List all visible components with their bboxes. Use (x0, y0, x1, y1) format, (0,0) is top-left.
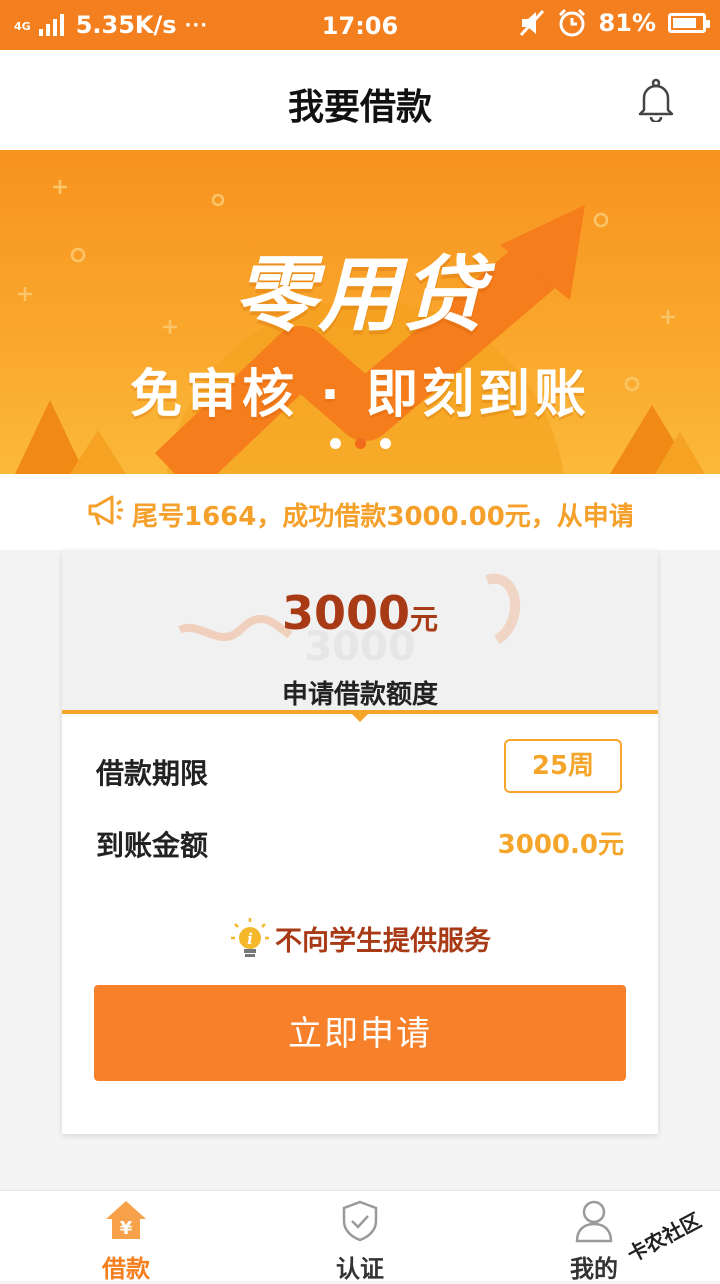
promo-banner[interactable]: 零用贷 免审核 · 即刻到账 (0, 150, 720, 474)
shield-check-icon (342, 1200, 378, 1242)
battery-icon (668, 13, 710, 33)
divider-pointer (352, 714, 368, 722)
student-tip: i 不向学生提供服务 (62, 916, 658, 960)
status-right: 81% (519, 8, 710, 38)
loan-amount-unit: 元 (410, 603, 439, 636)
tab-verify[interactable]: 认证 (280, 1191, 440, 1283)
lightbulb-icon: i (231, 918, 269, 957)
home-yuan-icon: ¥ (106, 1201, 146, 1239)
loan-card: 3000 3000元 申请借款额度 借款期限 25周 到账金额 3000.0元 … (62, 550, 658, 1134)
battery-percent: 81% (598, 9, 656, 37)
tip-text: 不向学生提供服务 (275, 925, 491, 957)
megaphone-icon (88, 495, 123, 526)
bell-icon[interactable] (636, 78, 676, 122)
watermark-text: 卡农社区 (623, 1208, 705, 1262)
carousel-dot[interactable] (329, 438, 341, 449)
period-selector[interactable]: 25周 (504, 739, 622, 793)
status-bar: 4G 5.35K/s ··· 17:06 81% (0, 0, 720, 50)
carousel-dot[interactable] (379, 438, 391, 449)
arrive-amount: 3000.0元 (497, 830, 624, 860)
user-icon (575, 1200, 613, 1243)
tab-verify-label: 认证 (336, 1255, 384, 1283)
tab-loan-label: 借款 (102, 1255, 150, 1283)
page-title: 我要借款 (287, 87, 432, 128)
banner-title: 零用贷 (234, 248, 486, 343)
loan-amount: 3000元 (62, 586, 658, 640)
tab-bar: ¥ 借款 认证 我的 (0, 1190, 720, 1283)
amount-label: 申请借款额度 (281, 680, 438, 710)
loan-amount-value: 3000 (281, 586, 410, 640)
battery-fill (673, 18, 696, 28)
carousel-dot[interactable] (354, 438, 366, 449)
carousel-dots[interactable] (0, 438, 720, 449)
watermark: 卡农社区 (623, 1208, 705, 1262)
notice-ticker: 尾号1664，成功借款3000.00元，从申请 (0, 474, 720, 550)
arrive-label: 到账金额 (96, 829, 209, 862)
svg-text:i: i (247, 930, 253, 948)
apply-button[interactable]: 立即申请 (94, 985, 626, 1081)
notice-text: 尾号1664，成功借款3000.00元，从申请 (132, 502, 632, 532)
mute-icon (519, 9, 544, 37)
alarm-icon (558, 8, 585, 37)
svg-text:¥: ¥ (120, 1218, 133, 1239)
amount-panel: 3000 3000元 申请借款额度 (62, 550, 658, 710)
period-label: 借款期限 (96, 757, 209, 790)
banner-subtitle: 免审核 · 即刻到账 (130, 365, 590, 425)
header: 我要借款 (0, 50, 720, 150)
tab-loan[interactable]: ¥ 借款 (46, 1191, 206, 1283)
